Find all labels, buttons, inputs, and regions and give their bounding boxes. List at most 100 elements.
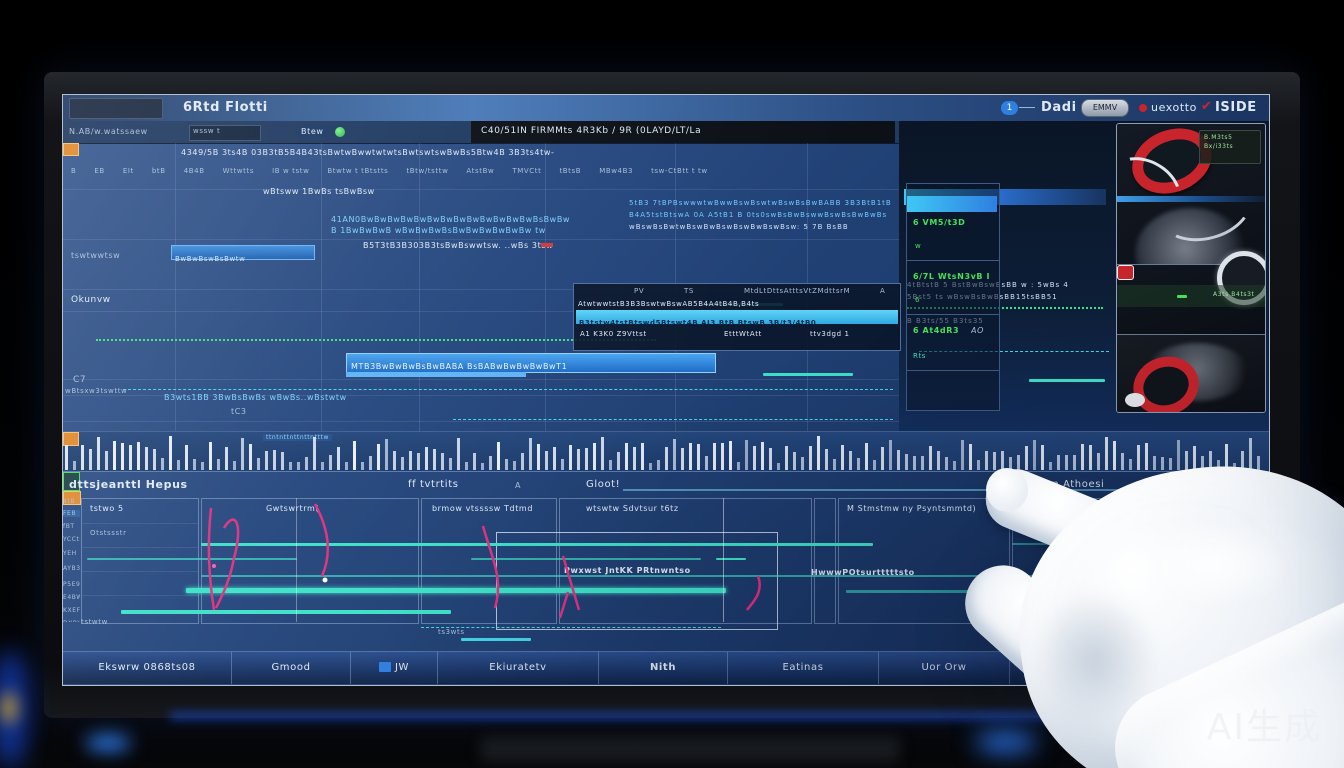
menu-item[interactable]: btB xyxy=(152,167,166,179)
row-label: tswtwwtsw xyxy=(71,251,120,260)
waveform-bar xyxy=(641,443,644,470)
waveform-bar xyxy=(929,446,932,470)
tab-filler xyxy=(63,684,323,686)
waveform-ruler[interactable]: ttntnttnttnttntttw xyxy=(63,431,1269,472)
waveform-bar xyxy=(977,460,980,470)
dadi-button[interactable]: Dadi xyxy=(1041,100,1077,115)
waveform-bar xyxy=(329,455,332,470)
panel3-title: brmow vtssssw Tdtmd xyxy=(432,504,550,513)
teal-track-bar[interactable] xyxy=(87,558,297,560)
popup-col: PV xyxy=(634,287,644,295)
row-label: tC3 xyxy=(231,407,247,416)
waveform-bar xyxy=(265,451,268,470)
toolbar-left-text: N.AB/w.watssaew xyxy=(69,127,148,136)
waveform-bar xyxy=(793,452,796,470)
waveform-bar xyxy=(97,437,100,470)
popup-col: TS xyxy=(684,287,694,295)
list-item-sub: w xyxy=(915,242,921,250)
thumb-mid-note: A3ts B4ts3t xyxy=(1213,291,1255,298)
menu-item[interactable]: Wttwtts xyxy=(223,167,254,179)
blue-log-row: B3wts1BB 3BwBsBwBs wBwBs..wBstwtw xyxy=(164,393,384,402)
strip-label: DXBW xyxy=(63,620,80,622)
popup-panel: PV TS MtdLtDttsAtttsVtZMdttsrM A Atwtwwt… xyxy=(573,283,901,351)
tab-blue-icon xyxy=(379,662,391,672)
tab-item[interactable]: JW xyxy=(351,652,438,684)
tab-item[interactable]: Ekiuratetv xyxy=(438,652,599,684)
waveform-bar xyxy=(137,442,140,470)
selected-clip-bar[interactable]: MTB3BwBwBwBsBwBABA BsBABwBwBwBwBwT1 xyxy=(346,353,716,373)
playhead-line[interactable] xyxy=(723,498,724,622)
waveform-bar xyxy=(105,451,108,470)
green-dotted-line xyxy=(96,339,656,341)
brand-suffix: ISIDE xyxy=(1215,100,1257,115)
menu-item[interactable]: TMVCtt xyxy=(512,167,541,179)
thumb-top-image[interactable]: B.M3ts5 Bx/i33ts xyxy=(1117,124,1265,264)
timeline-header-dots: 4349/5B 3ts4B 03B3tB5B4B43tsBwtwBwwtwtwt… xyxy=(181,148,741,157)
waveform-bar xyxy=(481,463,484,470)
list-separator xyxy=(907,260,999,261)
menu-item[interactable]: Btwtw t tBtstts xyxy=(327,167,388,179)
waveform-bar xyxy=(1185,451,1188,470)
teal-track-bar[interactable] xyxy=(201,543,873,546)
list-item[interactable]: 6/7L WtsN3vB I xyxy=(913,272,990,281)
toolbar-field[interactable]: wssw t xyxy=(189,125,261,141)
thumb-mid-image[interactable]: A3ts B4ts3t xyxy=(1117,265,1265,334)
dense-row: wBswBsBwtwBswBwBswBswBwBswBsw: 5 7B BsBB xyxy=(629,223,895,231)
menu-item[interactable]: EIt xyxy=(123,167,134,179)
waveform-bar xyxy=(1049,462,1052,470)
waveform-bar xyxy=(409,451,412,470)
menu-item[interactable]: AtstBw xyxy=(466,167,494,179)
menu-item[interactable]: EB xyxy=(94,167,104,179)
teal-track-bar[interactable] xyxy=(121,610,451,614)
waveform-bar xyxy=(625,443,628,470)
waveform-bar xyxy=(257,458,260,470)
menu-item[interactable]: IB w tstw xyxy=(272,167,309,179)
menu-item[interactable]: 4B4B xyxy=(184,167,205,179)
waveform-bar xyxy=(865,443,868,470)
waveform-bar xyxy=(553,447,556,470)
teal-track-bar[interactable] xyxy=(186,588,726,593)
dense-row: 5tB3 7tBPBswwwtwBwwBswBswtwBswBsBwBABB 3… xyxy=(629,199,895,207)
waveform-bar xyxy=(713,443,716,470)
waveform-bar xyxy=(1113,441,1116,470)
menu-item[interactable]: B xyxy=(71,167,76,179)
menu-item[interactable]: tBtsB xyxy=(559,167,581,179)
tab-item[interactable]: Nith xyxy=(599,652,728,684)
playhead-line[interactable] xyxy=(296,498,297,622)
waveform-bar xyxy=(153,449,156,470)
popup-col: MtdLtDttsAtttsVtZMdttsrM xyxy=(744,287,874,295)
list-item[interactable]: 6 At4dR3 xyxy=(913,326,959,335)
cyan-track-bar[interactable] xyxy=(461,638,531,641)
waveform-bar xyxy=(993,452,996,470)
photo-scene: 6Rtd Flotti 1 Dadi EMMV uexotto ✔ ISIDE … xyxy=(0,0,1344,768)
blurred-keyboard xyxy=(480,736,900,762)
menu-item[interactable]: MBw4B3 xyxy=(599,167,633,179)
clip-bar[interactable]: BwBwBswBsBwtw xyxy=(171,245,315,260)
tab-item[interactable]: Ekswrw 0868ts08 xyxy=(63,652,232,684)
pill-badge[interactable]: EMMV xyxy=(1081,99,1129,117)
waveform-bar xyxy=(537,444,540,470)
teal-track-bar[interactable] xyxy=(471,558,701,560)
popup-selected-row[interactable]: B3tstw4tstBtswd5Btswt4B AI3 BtB BtswB 3B… xyxy=(576,310,898,324)
count-badge[interactable]: 1 xyxy=(1001,101,1018,115)
blue-log-row: 41AN0BwBwBwBwBwBwBwBwBwBwBwBwBwBsBwBw xyxy=(331,215,631,224)
waveform-bar xyxy=(937,451,940,470)
waveform-bar xyxy=(737,462,740,470)
tab-item[interactable]: Eatinas xyxy=(728,652,879,684)
menu-item[interactable]: tsw-CtBtt t tw xyxy=(651,167,708,179)
waveform-bar xyxy=(249,444,252,470)
teal-track-bar[interactable] xyxy=(716,558,746,560)
waveform-bar xyxy=(889,440,892,470)
orange-marker-icon[interactable] xyxy=(63,143,79,156)
status-badge[interactable]: Btew xyxy=(295,126,338,137)
waveform-bar xyxy=(313,437,316,470)
list-item[interactable]: 6 VM5/t3D xyxy=(913,218,965,227)
waveform-bar xyxy=(113,441,116,470)
strip-label: FEB xyxy=(63,510,80,517)
cyan-dashed-line xyxy=(453,419,893,420)
thumb-bottom-image[interactable] xyxy=(1117,335,1265,412)
tab-item[interactable]: Gmood xyxy=(232,652,351,684)
titlebar-tab[interactable] xyxy=(69,98,163,119)
popup-col: A xyxy=(880,287,885,295)
menu-item[interactable]: tBtw/tsttw xyxy=(406,167,448,179)
